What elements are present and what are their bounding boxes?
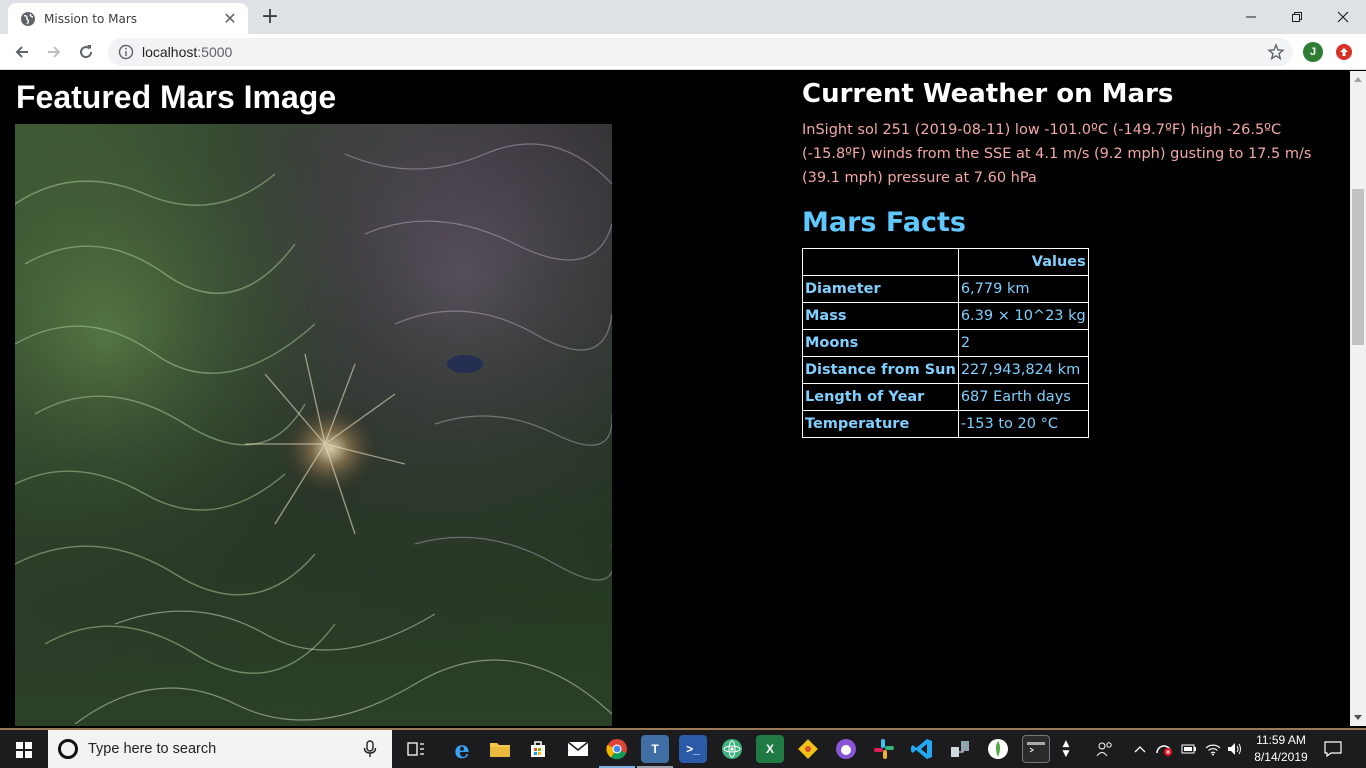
url-text: localhost:5000 — [142, 44, 232, 60]
weather-report: InSight sol 251 (2019-08-11) low -101.0º… — [802, 122, 1312, 186]
back-button[interactable] — [10, 40, 34, 64]
security-alert-icon[interactable] — [1154, 730, 1176, 768]
battery-icon[interactable] — [1180, 730, 1198, 768]
windows-logo-icon — [16, 742, 32, 758]
fact-label: Distance from Sun — [802, 356, 959, 384]
search-placeholder: Type here to search — [88, 741, 217, 757]
cortana-icon — [58, 739, 78, 759]
terminal-icon[interactable] — [1022, 735, 1050, 763]
taskbar-clock[interactable]: 11:59 AM 8/14/2019 — [1246, 732, 1316, 766]
powershell-icon[interactable]: >_ — [679, 735, 707, 763]
arrow-right-icon — [48, 46, 61, 58]
volume-icon[interactable] — [1226, 730, 1244, 768]
wifi-icon[interactable] — [1204, 730, 1222, 768]
scroll-up-arrow-icon[interactable] — [1350, 71, 1366, 87]
featured-image-title: Featured Mars Image — [16, 79, 337, 115]
browser-toolbar: localhost:5000 J — [0, 34, 1366, 70]
fact-label: Length of Year — [802, 383, 959, 411]
restore-icon — [1292, 12, 1302, 22]
mars-facts-table: Values Diameter 6,779 km Mass 6.39 × 10^… — [802, 248, 1089, 438]
reload-button[interactable] — [74, 40, 98, 64]
fact-label: Moons — [802, 329, 959, 357]
weather-title: Current Weather on Mars — [802, 79, 1174, 109]
atom-icon[interactable] — [718, 735, 746, 763]
mars-facts-title: Mars Facts — [802, 207, 966, 238]
browser-tab[interactable]: Mission to Mars ✕ — [8, 3, 248, 34]
page-viewport: Featured Mars Image Current Weather on M… — [0, 71, 1350, 726]
start-button[interactable] — [0, 730, 48, 768]
clock-time: 11:59 AM — [1256, 733, 1306, 747]
fact-value: 2 — [957, 329, 1089, 357]
task-view-icon[interactable] — [402, 735, 430, 763]
people-icon[interactable] — [1094, 730, 1116, 768]
github-desktop-icon[interactable] — [832, 735, 860, 763]
restore-button[interactable] — [1274, 0, 1320, 34]
fact-label: Diameter — [802, 275, 959, 303]
update-icon[interactable] — [1336, 44, 1352, 60]
profile-avatar[interactable]: J — [1303, 42, 1323, 62]
table-row: Moons 2 — [802, 329, 1089, 357]
bookmark-star-icon[interactable] — [1267, 43, 1285, 61]
mail-icon[interactable] — [564, 735, 592, 763]
forward-button[interactable] — [42, 40, 66, 64]
facts-header-row: Values — [802, 248, 1089, 276]
facts-header-label — [802, 248, 959, 276]
slack-icon[interactable] — [870, 735, 898, 763]
clock-date: 8/14/2019 — [1254, 750, 1308, 764]
tab-title: Mission to Mars — [44, 11, 138, 26]
taskbar-scroll-icon[interactable]: ▲ ▼ — [1058, 730, 1074, 768]
arrow-up-icon — [1340, 48, 1348, 56]
edge-icon[interactable]: e — [448, 735, 476, 764]
store-icon[interactable] — [524, 735, 552, 763]
facts-header-values: Values — [957, 248, 1089, 276]
windows-taskbar: Type here to search e T >_ X ▲ ▼ 11:59 A… — [0, 728, 1366, 768]
fact-label: Mass — [802, 302, 959, 330]
show-hidden-icons-icon[interactable] — [1132, 730, 1148, 768]
browser-tab-strip: Mission to Mars ✕ + — [0, 0, 1366, 34]
scroll-down-arrow-icon[interactable] — [1350, 710, 1366, 726]
minimize-icon — [1246, 16, 1256, 18]
table-row: Temperature -153 to 20 °C — [802, 410, 1089, 438]
excel-icon[interactable]: X — [756, 735, 784, 763]
microphone-icon[interactable] — [360, 740, 380, 758]
chrome-icon[interactable] — [603, 735, 631, 763]
fact-value: 6.39 × 10^23 kg — [957, 302, 1089, 330]
scrollbar-thumb[interactable] — [1352, 189, 1364, 345]
address-bar[interactable]: localhost:5000 — [108, 38, 1293, 66]
table-row: Mass 6.39 × 10^23 kg — [802, 302, 1089, 330]
reload-icon — [80, 45, 93, 59]
fact-value: 227,943,824 km — [957, 356, 1089, 384]
info-icon — [118, 44, 134, 60]
new-tab-button[interactable]: + — [258, 6, 282, 30]
featured-mars-image[interactable] — [15, 124, 612, 726]
globe-icon — [21, 11, 35, 26]
close-window-button[interactable] — [1320, 0, 1366, 34]
file-explorer-icon[interactable] — [486, 735, 514, 763]
table-row: Diameter 6,779 km — [802, 275, 1089, 303]
mongodb-icon[interactable] — [984, 735, 1012, 763]
tab-close-icon[interactable]: ✕ — [222, 10, 238, 27]
git-icon[interactable] — [794, 735, 822, 763]
page-scrollbar[interactable] — [1350, 71, 1366, 726]
fact-value: -153 to 20 °C — [957, 410, 1089, 438]
table-row: Distance from Sun 227,943,824 km — [802, 356, 1089, 384]
table-row: Length of Year 687 Earth days — [802, 383, 1089, 411]
network-tool-icon[interactable] — [946, 735, 974, 763]
url-port: :5000 — [197, 44, 233, 60]
fact-label: Temperature — [802, 410, 959, 438]
close-icon — [1337, 11, 1349, 23]
fact-value: 6,779 km — [957, 275, 1089, 303]
arrow-left-icon — [15, 46, 28, 58]
taskbar-search-box[interactable]: Type here to search — [48, 730, 392, 768]
url-host: localhost — [142, 44, 198, 60]
minimize-button[interactable] — [1228, 0, 1274, 34]
vscode-icon[interactable] — [908, 735, 936, 763]
typora-icon[interactable]: T — [641, 735, 669, 763]
fact-value: 687 Earth days — [957, 383, 1089, 411]
action-center-icon[interactable] — [1322, 730, 1344, 768]
